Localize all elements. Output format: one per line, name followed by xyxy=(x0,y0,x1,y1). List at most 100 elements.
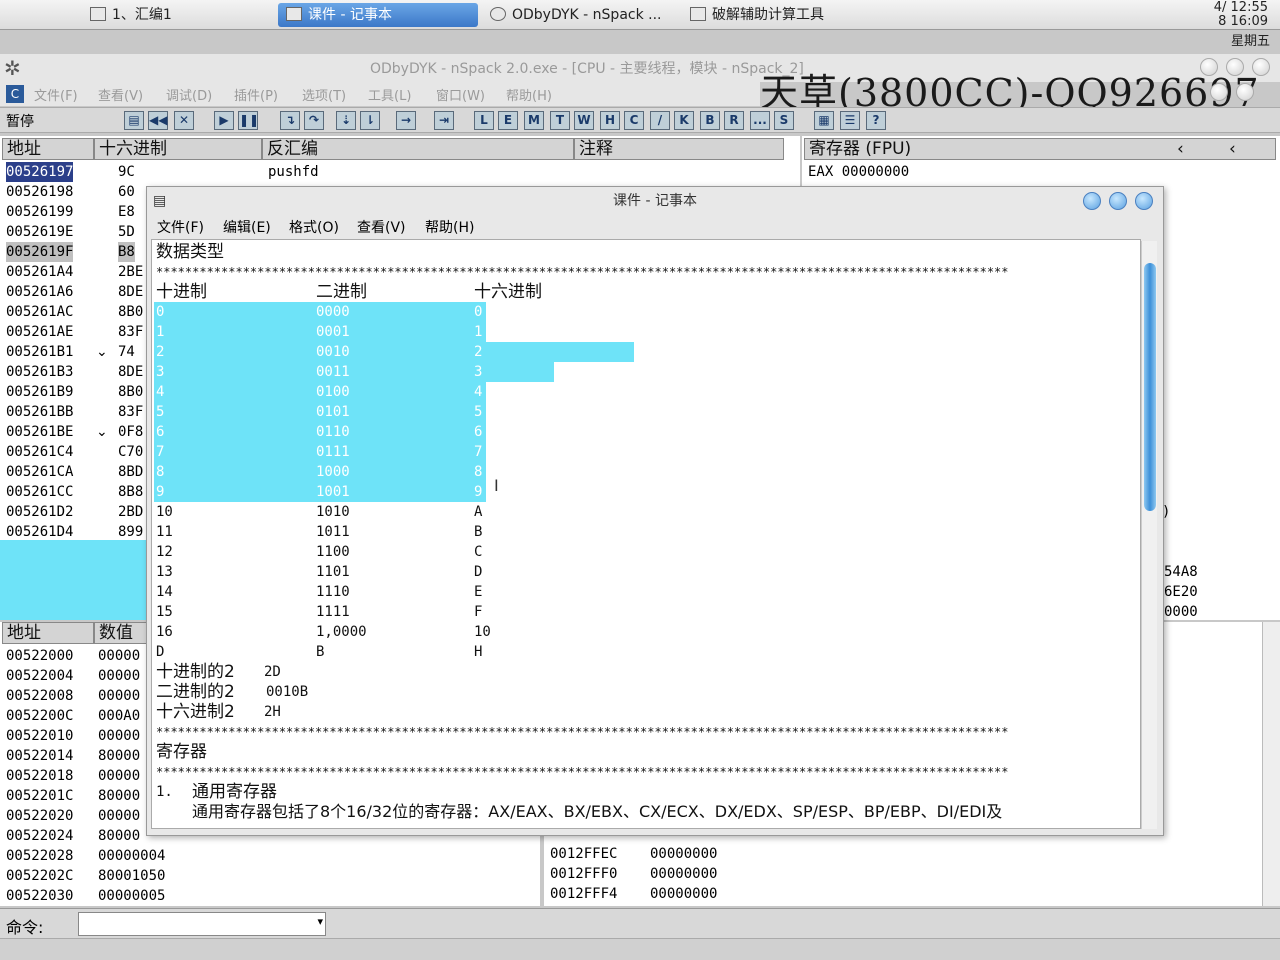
np-menu-help[interactable]: 帮助(H) xyxy=(425,217,474,237)
cpu-row-address[interactable]: 005261B1 xyxy=(6,342,73,362)
task-1[interactable]: 1、汇编1 xyxy=(90,3,172,27)
np-menu-file[interactable]: 文件(F) xyxy=(157,217,204,237)
cpu-row-address[interactable]: 005261B9 xyxy=(6,382,73,402)
stack-row-address[interactable]: 0012FFEC xyxy=(550,844,617,864)
cpu-row-hex[interactable]: 9C xyxy=(118,162,135,182)
task-3[interactable]: ODbyDYK - nSpack ... xyxy=(490,3,662,27)
dump-row-address[interactable]: 00522008 xyxy=(6,686,73,706)
dump-row-value[interactable]: 00000004 xyxy=(98,846,165,866)
task-2[interactable]: 课件 - 记事本 xyxy=(278,3,478,27)
cpu-row-hex[interactable]: 2BD xyxy=(118,502,143,522)
cpu-row-address[interactable]: 005261A4 xyxy=(6,262,73,282)
chevron-down-icon[interactable]: ▾ xyxy=(317,915,323,928)
np-menu-view[interactable]: 查看(V) xyxy=(357,217,406,237)
dump-row-value[interactable]: 00000 xyxy=(98,726,140,746)
cpu-row-hex[interactable]: 8DE xyxy=(118,362,143,382)
cpu-row-address[interactable]: 00526198 xyxy=(6,182,73,202)
dump-row-value[interactable]: 00000 xyxy=(98,666,140,686)
tb-memory[interactable]: M xyxy=(524,111,544,130)
cpu-row-hex[interactable]: 2BE xyxy=(118,262,143,282)
notepad-text-area[interactable]: 数据类型 ***********************************… xyxy=(151,239,1141,829)
dump-row-value[interactable]: 80000 xyxy=(98,786,140,806)
list-icon[interactable]: ☰ xyxy=(840,111,860,130)
child-close-button[interactable] xyxy=(1236,83,1254,101)
dump-row-address[interactable]: 00522000 xyxy=(6,646,73,666)
cpu-row-address[interactable]: 005261AE xyxy=(6,322,73,342)
dump-row-value[interactable]: 00000 xyxy=(98,686,140,706)
stack-row-value[interactable]: 00000000 xyxy=(650,844,717,864)
task-4[interactable]: 破解辅助计算工具 xyxy=(690,3,824,27)
trace-over-icon[interactable]: ⇂ xyxy=(360,111,380,130)
dump-row-address[interactable]: 00522004 xyxy=(6,666,73,686)
cpu-row-address[interactable]: 005261D4 xyxy=(6,522,73,542)
dump-row-address[interactable]: 00522014 xyxy=(6,746,73,766)
cpu-row-address[interactable]: 005261B3 xyxy=(6,362,73,382)
help-icon[interactable]: ? xyxy=(866,111,886,130)
menu-debug[interactable]: 调试(D) xyxy=(166,85,212,104)
cpu-row-hex[interactable]: 899 xyxy=(118,522,143,542)
col-address[interactable]: 地址 xyxy=(2,138,94,160)
step-into-icon[interactable]: ↴ xyxy=(280,111,300,130)
dump-row-address[interactable]: 00522010 xyxy=(6,726,73,746)
tb-patches[interactable]: / xyxy=(650,111,670,130)
close-process-icon[interactable]: ✕ xyxy=(174,111,194,130)
execute-till-return-icon[interactable]: → xyxy=(396,111,416,130)
cpu-row-address[interactable]: 005261D2 xyxy=(6,502,73,522)
np-menu-format[interactable]: 格式(O) xyxy=(289,217,339,237)
col-disasm[interactable]: 反汇编 xyxy=(262,138,574,160)
menu-window[interactable]: 窗口(W) xyxy=(436,85,485,104)
cpu-row-hex[interactable]: 5D xyxy=(118,222,135,242)
dump-col-address[interactable]: 地址 xyxy=(2,622,94,644)
pause-icon[interactable]: ❚❚ xyxy=(238,111,259,130)
cpu-row-address[interactable]: 005261C4 xyxy=(6,442,73,462)
np-menu-edit[interactable]: 编辑(E) xyxy=(223,217,271,237)
stack-row-value[interactable]: 00000000 xyxy=(650,864,717,884)
menu-tools[interactable]: 工具(L) xyxy=(368,85,411,104)
tb-cpu[interactable]: C xyxy=(624,111,644,130)
open-icon[interactable]: ▤ xyxy=(124,111,144,130)
cpu-row-hex[interactable]: 83F xyxy=(118,322,143,342)
chevron-left-icon[interactable]: ‹ xyxy=(1229,139,1236,159)
step-over-icon[interactable]: ↷ xyxy=(304,111,324,130)
tb-breakpoints[interactable]: B xyxy=(700,111,720,130)
tb-windows[interactable]: W xyxy=(574,111,594,130)
notepad-minimize-button[interactable] xyxy=(1083,192,1101,210)
cpu-row-hex[interactable]: 8B0 xyxy=(118,382,143,402)
dump-row-address[interactable]: 0052202C xyxy=(6,866,73,886)
run-icon[interactable]: ▶ xyxy=(214,111,234,130)
cpu-row-address[interactable]: 005261BB xyxy=(6,402,73,422)
tb-handles[interactable]: H xyxy=(600,111,620,130)
dump-row-address[interactable]: 00522028 xyxy=(6,846,73,866)
chevron-left-icon[interactable]: ‹ xyxy=(1177,139,1184,159)
cpu-row-hex[interactable]: 83F xyxy=(118,402,143,422)
col-hex[interactable]: 十六进制 xyxy=(94,138,262,160)
cpu-row-address[interactable]: 005261BE xyxy=(6,422,73,442)
dump-row-value[interactable]: 000A0 xyxy=(98,706,140,726)
stack-scrollbar[interactable] xyxy=(1262,622,1280,906)
cpu-row-hex[interactable]: 74 xyxy=(118,342,135,362)
cpu-row-hex[interactable]: 0F8 xyxy=(118,422,143,442)
dump-row-value[interactable]: 00000 xyxy=(98,766,140,786)
child-min-button[interactable] xyxy=(1210,83,1228,101)
options-icon[interactable]: ▦ xyxy=(814,111,834,130)
cpu-row-address[interactable]: 00526199 xyxy=(6,202,73,222)
command-input[interactable]: ▾ xyxy=(78,912,326,936)
dump-row-address[interactable]: 00522018 xyxy=(6,766,73,786)
dump-row-address[interactable]: 00522024 xyxy=(6,826,73,846)
tb-runtrace[interactable]: ... xyxy=(750,111,770,130)
menu-help[interactable]: 帮助(H) xyxy=(506,85,552,104)
tb-log[interactable]: L xyxy=(474,111,494,130)
menu-plugins[interactable]: 插件(P) xyxy=(234,85,278,104)
cpu-row-hex[interactable]: C70 xyxy=(118,442,143,462)
cpu-row-address[interactable]: 005261AC xyxy=(6,302,73,322)
dump-row-value[interactable]: 80001050 xyxy=(98,866,165,886)
dump-row-address[interactable]: 00522030 xyxy=(6,886,73,906)
dump-row-value[interactable]: 80000 xyxy=(98,746,140,766)
stack-row-address[interactable]: 0012FFF4 xyxy=(550,884,617,904)
tb-source[interactable]: S xyxy=(774,111,794,130)
stack-row-address[interactable]: 0012FFF0 xyxy=(550,864,617,884)
cpu-row-address[interactable]: 0052619E xyxy=(6,222,73,242)
rewind-icon[interactable]: ◀◀ xyxy=(148,111,168,130)
dump-row-value[interactable]: 00000005 xyxy=(98,886,165,906)
tb-callstack[interactable]: K xyxy=(674,111,694,130)
